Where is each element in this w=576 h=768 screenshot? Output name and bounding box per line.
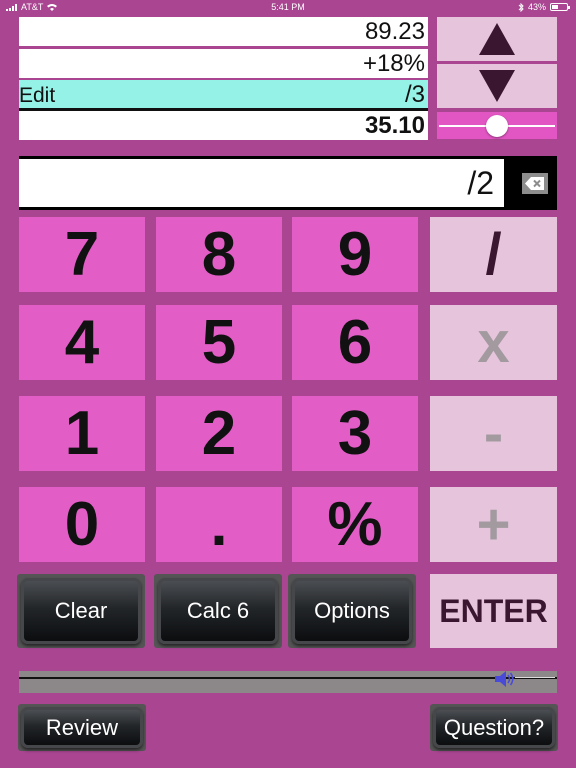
options-button[interactable]: Options [292, 578, 412, 644]
triangle-up-icon [479, 23, 515, 55]
tape-total: 35.10 [19, 111, 428, 140]
subtract-button[interactable]: - [430, 396, 557, 471]
review-button-frame: Review [18, 704, 146, 751]
key-3[interactable]: 3 [292, 396, 418, 471]
divide-button[interactable]: / [430, 217, 557, 292]
review-button[interactable]: Review [21, 707, 143, 748]
question-button-frame: Question? [430, 704, 558, 751]
options-button-frame: Options [288, 574, 416, 648]
tape-line-1: 89.23 [19, 17, 428, 46]
entry-field[interactable]: /2 [19, 159, 504, 207]
volume-slider[interactable] [19, 671, 557, 693]
percent-button[interactable]: % [292, 487, 418, 562]
enter-button[interactable]: ENTER [430, 574, 557, 648]
key-8[interactable]: 8 [156, 217, 282, 292]
tape-line-2: +18% [19, 49, 428, 78]
key-7[interactable]: 7 [19, 217, 145, 292]
triangle-down-icon [479, 70, 515, 102]
decimal-button[interactable]: . [156, 487, 282, 562]
backspace-icon[interactable] [522, 173, 548, 194]
scroll-down-button[interactable] [437, 64, 557, 108]
battery-percent: 43% [527, 2, 546, 12]
calc-button-frame: Calc 6 [154, 574, 282, 648]
edit-value: /3 [404, 81, 425, 108]
status-bar: AT&T 5:41 PM 43% [0, 0, 576, 16]
clear-button-frame: Clear [17, 574, 145, 648]
key-5[interactable]: 5 [156, 305, 282, 380]
bluetooth-icon [518, 2, 524, 12]
tape-slider[interactable] [437, 112, 557, 139]
add-button[interactable]: + [430, 487, 557, 562]
scroll-up-button[interactable] [437, 17, 557, 61]
question-button[interactable]: Question? [433, 707, 555, 748]
entry-area: /2 [19, 156, 557, 210]
volume-track-remaining [515, 677, 555, 678]
battery-icon [550, 3, 570, 11]
multiply-button[interactable]: x [430, 305, 557, 380]
key-0[interactable]: 0 [19, 487, 145, 562]
tape-edit-line[interactable]: Edit /3 [19, 80, 428, 111]
calc-button[interactable]: Calc 6 [158, 578, 278, 644]
key-4[interactable]: 4 [19, 305, 145, 380]
key-1[interactable]: 1 [19, 396, 145, 471]
volume-track [19, 677, 557, 679]
edit-label[interactable]: Edit [19, 80, 55, 112]
key-6[interactable]: 6 [292, 305, 418, 380]
status-time: 5:41 PM [271, 2, 305, 12]
clear-button[interactable]: Clear [21, 578, 141, 644]
key-9[interactable]: 9 [292, 217, 418, 292]
slider-knob[interactable] [486, 115, 508, 137]
speaker-icon[interactable] [493, 670, 517, 688]
key-2[interactable]: 2 [156, 396, 282, 471]
